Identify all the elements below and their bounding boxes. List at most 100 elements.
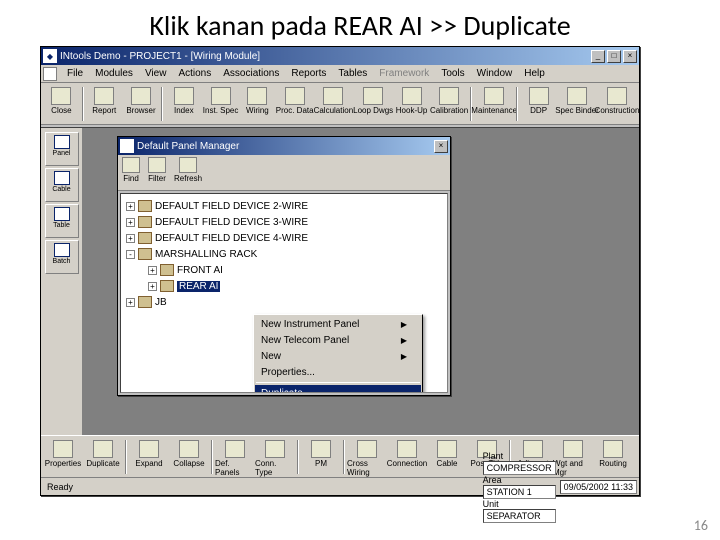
toolbar-report[interactable]: Report — [86, 85, 123, 115]
toolbar-ddp[interactable]: DDP — [520, 85, 557, 115]
bottom-icon — [603, 440, 623, 458]
panel-tool-filter[interactable]: Filter — [148, 157, 166, 183]
bottom-properties[interactable]: Properties — [43, 438, 83, 468]
page-number: 16 — [694, 517, 708, 534]
expand-icon[interactable]: + — [148, 282, 157, 291]
tree-row[interactable]: +FRONT AI — [123, 262, 445, 278]
bottom-wgt-and-mgr[interactable]: Wgt and Mgr — [553, 438, 593, 477]
rail-table[interactable]: Table — [45, 204, 79, 238]
status-label-area: Area — [483, 475, 504, 485]
tree-row[interactable]: +DEFAULT FIELD DEVICE 3-WIRE — [123, 214, 445, 230]
bottom-label: Cable — [437, 459, 458, 468]
bottom-routing[interactable]: Routing — [593, 438, 633, 468]
toolbar-spec-binder[interactable]: Spec Binder — [557, 85, 597, 115]
bottom-label: Duplicate — [86, 459, 119, 468]
toolbar-icon — [211, 87, 231, 105]
menu-tools[interactable]: Tools — [435, 66, 470, 81]
menu-modules[interactable]: Modules — [89, 66, 139, 81]
maximize-button[interactable]: □ — [607, 50, 621, 63]
expand-icon[interactable]: + — [126, 298, 135, 307]
panel-manager-titlebar: Default Panel Manager × — [118, 137, 450, 155]
tree-row[interactable]: + DEFAULT FIELD DEVICE 4-WIRE — [123, 230, 445, 246]
toolbar-calibration[interactable]: Calibration — [430, 85, 468, 115]
panel-tool-icon — [148, 157, 166, 173]
toolbar-wiring[interactable]: Wiring — [239, 85, 276, 115]
tree-row[interactable]: -MARSHALLING RACK — [123, 246, 445, 262]
context-duplicate[interactable]: Duplicate... — [255, 385, 421, 393]
toolbar-icon — [51, 87, 71, 105]
bottom-connection[interactable]: Connection — [387, 438, 427, 468]
toolbar-icon — [567, 87, 587, 105]
toolbar-construction[interactable]: Construction — [597, 85, 637, 115]
menu-tables[interactable]: Tables — [332, 66, 373, 81]
panel-tree[interactable]: +DEFAULT FIELD DEVICE 2-WIRE+DEFAULT FIE… — [120, 193, 448, 393]
toolbar-hook-up[interactable]: Hook-Up — [393, 85, 430, 115]
toolbar-label: Spec Binder — [555, 106, 599, 115]
expand-icon[interactable]: - — [126, 250, 135, 259]
toolbar-inst-spec[interactable]: Inst. Spec — [202, 85, 239, 115]
toolbar-label: Hook-Up — [396, 106, 428, 115]
panel-tool-label: Refresh — [174, 174, 202, 183]
panel-tool-find[interactable]: Find — [122, 157, 140, 183]
rail-icon — [54, 135, 70, 149]
close-button[interactable]: × — [623, 50, 637, 63]
status-label-unit: Unit — [483, 499, 501, 509]
context-properties[interactable]: Properties... — [255, 364, 421, 380]
bottom-duplicate[interactable]: Duplicate — [83, 438, 123, 468]
bottom-label: Collapse — [173, 459, 204, 468]
bottom-icon — [437, 440, 457, 458]
toolbar-proc-data[interactable]: Proc. Data — [276, 85, 314, 115]
bottom-expand[interactable]: Expand — [129, 438, 169, 468]
bottom-collapse[interactable]: Collapse — [169, 438, 209, 468]
minimize-button[interactable]: _ — [591, 50, 605, 63]
expand-icon[interactable]: + — [126, 202, 135, 211]
menu-actions[interactable]: Actions — [172, 66, 217, 81]
toolbar-label: Close — [51, 106, 71, 115]
tree-label: DEFAULT FIELD DEVICE 4-WIRE — [155, 233, 308, 244]
tree-row[interactable]: +JB — [123, 294, 445, 310]
rail-label: Panel — [53, 150, 71, 157]
panel-tool-icon — [122, 157, 140, 173]
rail-label: Table — [53, 222, 70, 229]
panel-close-button[interactable]: × — [434, 140, 448, 153]
toolbar-loop-dwgs[interactable]: Loop Dwgs — [353, 85, 393, 115]
menu-separator — [256, 382, 420, 383]
bottom-conn-type[interactable]: Conn. Type — [255, 438, 295, 477]
panel-toolbar: Find Filter Refresh — [118, 155, 450, 191]
panel-tool-refresh[interactable]: Refresh — [174, 157, 202, 183]
toolbar-browser[interactable]: Browser — [123, 85, 160, 115]
menu-reports[interactable]: Reports — [285, 66, 332, 81]
toolbar-icon — [363, 87, 383, 105]
toolbar-icon — [529, 87, 549, 105]
menu-associations[interactable]: Associations — [217, 66, 285, 81]
tree-row[interactable]: +REAR AI — [123, 278, 445, 294]
rail-cable[interactable]: Cable — [45, 168, 79, 202]
expand-icon[interactable]: + — [148, 266, 157, 275]
bottom-cross-wiring[interactable]: Cross Wiring — [347, 438, 387, 477]
toolbar-maintenance[interactable]: Maintenance — [474, 85, 514, 115]
menu-window[interactable]: Window — [471, 66, 519, 81]
bottom-def-panels[interactable]: Def. Panels — [215, 438, 255, 477]
context-new-instrument-panel[interactable]: New Instrument Panel▶ — [255, 316, 421, 332]
status-value-plant: COMPRESSOR — [483, 461, 556, 475]
menu-help[interactable]: Help — [518, 66, 551, 81]
toolbar-close[interactable]: Close — [43, 85, 80, 115]
panel-manager-window: Default Panel Manager × Find Filter Refres… — [117, 136, 451, 396]
bottom-pm[interactable]: PM — [301, 438, 341, 468]
menu-view[interactable]: View — [139, 66, 173, 81]
rail-panel[interactable]: Panel — [45, 132, 79, 166]
toolbar-calculation[interactable]: Calculation — [314, 85, 354, 115]
tree-row[interactable]: +DEFAULT FIELD DEVICE 2-WIRE — [123, 198, 445, 214]
bottom-cable[interactable]: Cable — [427, 438, 467, 468]
rail-batch[interactable]: Batch — [45, 240, 79, 274]
context-new-telecom-panel[interactable]: New Telecom Panel▶ — [255, 332, 421, 348]
expand-icon[interactable]: + — [126, 218, 135, 227]
status-value-unit: SEPARATOR — [483, 509, 556, 523]
menu-file[interactable]: File — [61, 66, 89, 81]
status-value-area: STATION 1 — [483, 485, 556, 499]
context-new[interactable]: New▶ — [255, 348, 421, 364]
panel-manager-title: Default Panel Manager — [137, 141, 434, 152]
expand-icon[interactable]: + — [126, 234, 135, 243]
toolbar-index[interactable]: Index — [165, 85, 202, 115]
menu-framework[interactable]: Framework — [373, 66, 435, 81]
